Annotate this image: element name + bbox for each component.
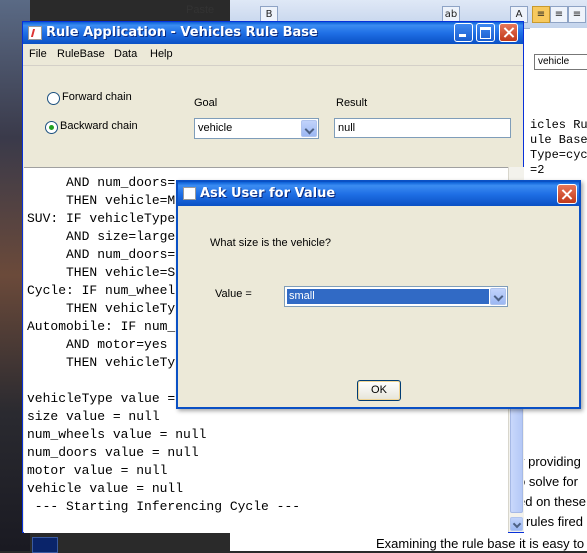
chevron-down-icon[interactable] [490,288,506,305]
result-label: Result [336,97,368,109]
output-line: THEN vehicle=M [27,193,176,208]
output-line: num_wheels value = null [27,427,207,442]
minimize-button[interactable] [454,23,473,42]
output-line: AND size=large [27,229,176,244]
output-line: Automobile: IF num_ [27,319,176,334]
value-selected: small [287,289,489,304]
chevron-down-icon[interactable] [301,120,317,137]
result-field[interactable]: null [334,118,511,138]
prose-line: y providing [518,454,581,469]
output-line: THEN vehicle=S [27,265,176,280]
background-code-line: icles Ru [530,118,587,132]
background-code-line [530,418,587,433]
forward-chain-label[interactable]: Forward chain [62,91,132,103]
output-line: AND num_doors= [27,175,176,190]
goal-select[interactable]: vehicle [194,118,319,139]
background-code-line: Type=cycl [530,148,587,162]
java-app-icon [28,26,42,40]
window-titlebar[interactable]: Rule Application - Vehicles Rule Base [23,22,523,44]
menu-help[interactable]: Help [150,48,173,60]
output-line: --- Starting Inferencing Cycle --- [27,499,301,514]
forward-chain-radio[interactable] [47,92,60,105]
scroll-down-icon[interactable] [510,517,523,531]
paste-label[interactable]: Paste [186,4,214,16]
goal-value: vehicle [198,122,233,134]
menu-rulebase[interactable]: RuleBase [57,48,105,60]
menu-data[interactable]: Data [114,48,137,60]
output-line: vehicleType value = [27,391,176,406]
dialog-question: What size is the vehicle? [210,237,332,249]
align-left-icon[interactable]: ≡ [532,6,550,23]
prose-line: ed on these [518,494,586,509]
prose-line: r rules fired [518,514,584,529]
value-select[interactable]: small [284,286,508,307]
output-line: AND num_doors= [27,247,176,262]
output-line: size value = null [27,409,160,424]
close-button[interactable] [499,23,518,42]
align-center-icon[interactable]: ≡ [550,6,568,23]
prose-line: o solve for [518,474,578,489]
ok-button[interactable]: OK [357,380,401,401]
output-line: Cycle: IF num_wheel [27,283,176,298]
output-line: num_doors value = null [27,445,199,460]
menu-file[interactable]: File [29,48,47,60]
dialog-close-button[interactable] [557,184,577,204]
value-label: Value = [215,288,252,300]
align-right-icon[interactable]: ≡ [568,6,586,23]
output-line: vehicle value = null [27,481,184,496]
background-vehicle-field: vehicle [534,54,587,70]
background-code-line: ule Base [530,133,587,147]
goal-label: Goal [194,97,218,109]
backward-chain-label[interactable]: Backward chain [60,120,138,132]
ask-user-dialog: Ask User for Value What size is the vehi… [176,180,581,409]
background-code-line: =2 [530,163,545,177]
maximize-button[interactable] [476,23,495,42]
output-line: THEN vehicleTy [27,301,176,316]
output-line: AND motor=yes [27,337,168,352]
background-code-line [530,433,587,448]
output-line: motor value = null [27,463,168,478]
dialog-titlebar[interactable]: Ask User for Value [178,182,579,206]
control-panel: Forward chain Backward chain Goal vehicl… [23,66,523,166]
java-app-icon [183,187,196,200]
output-line: SUV: IF vehicleType [27,211,176,226]
window-title: Rule Application - Vehicles Rule Base [46,25,318,40]
menubar: File RuleBase Data Help [23,45,523,66]
prose-line: Examining the rule base it is easy to [376,536,585,551]
output-line: THEN vehicleTy [27,355,176,370]
backward-chain-radio[interactable] [45,121,58,134]
dialog-title: Ask User for Value [200,186,336,201]
